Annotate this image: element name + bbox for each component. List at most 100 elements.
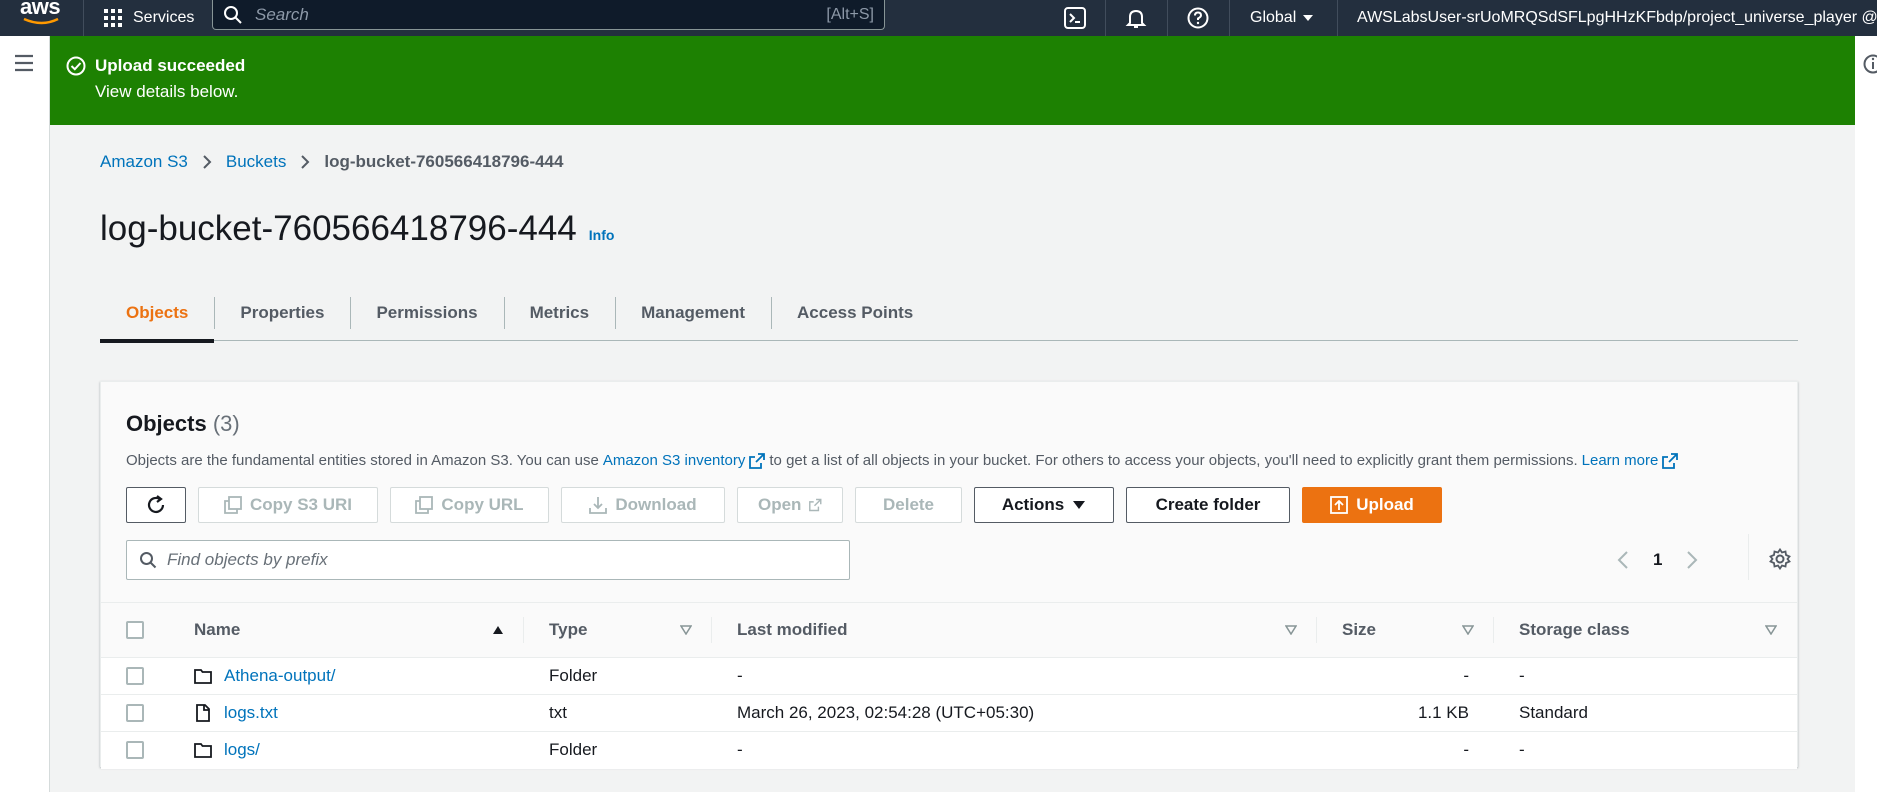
object-storage-class: Standard — [1519, 703, 1588, 722]
tab-management[interactable]: Management — [615, 285, 771, 341]
notifications-bell-icon[interactable] — [1125, 0, 1147, 36]
caret-down-icon — [1303, 15, 1314, 21]
flash-subtitle: View details below. — [95, 82, 239, 101]
region-label: Global — [1250, 9, 1297, 26]
info-panel-icon[interactable] — [1863, 54, 1877, 74]
copy-url-button[interactable]: Copy URL — [390, 487, 549, 523]
search-icon — [224, 5, 242, 24]
breadcrumb: Amazon S3 Buckets log-bucket-76056641879… — [100, 152, 563, 172]
info-link[interactable]: Info — [589, 227, 615, 243]
check-circle-icon — [66, 56, 86, 76]
find-placeholder: Find objects by prefix — [167, 550, 328, 569]
main-content: Amazon S3 Buckets log-bucket-76056641879… — [50, 125, 1855, 792]
select-all-checkbox[interactable] — [126, 621, 144, 639]
object-name-link[interactable]: Athena-output/ — [224, 666, 336, 686]
refresh-button[interactable] — [126, 487, 186, 523]
column-size[interactable]: Size — [1317, 603, 1494, 658]
breadcrumb-current: log-bucket-760566418796-444 — [324, 152, 564, 171]
column-name-label: Name — [194, 620, 241, 639]
create-folder-label: Create folder — [1155, 495, 1261, 514]
object-storage-class: - — [1519, 740, 1525, 760]
download-button[interactable]: Download — [561, 487, 725, 523]
copy-s3-uri-label: Copy S3 URI — [249, 495, 353, 514]
object-size: - — [1463, 666, 1469, 685]
column-storage-class[interactable]: Storage class — [1494, 603, 1797, 658]
tab-objects[interactable]: Objects — [100, 285, 215, 343]
objects-panel: Objects (3) Objects are the fundamental … — [100, 381, 1798, 769]
pagination: 1 — [1617, 540, 1698, 580]
account-label: AWSLabsUser-srUoMRQSdSFLpgHHzKFbdp/proje… — [1357, 9, 1877, 26]
chevron-left-icon[interactable] — [1617, 550, 1629, 570]
delete-button[interactable]: Delete — [855, 487, 962, 523]
row-checkbox[interactable] — [126, 667, 144, 685]
cloudshell-icon[interactable] — [1064, 0, 1086, 36]
external-link-icon — [809, 498, 822, 512]
sort-icon — [680, 625, 692, 635]
services-label: Services — [133, 9, 195, 26]
column-type[interactable]: Type — [524, 603, 712, 658]
create-folder-button[interactable]: Create folder — [1126, 487, 1290, 523]
object-size: 1.1 KB — [1417, 703, 1469, 722]
tab-properties[interactable]: Properties — [214, 285, 350, 341]
objects-table: Name Type Last modified Size Storage cla… — [101, 602, 1797, 769]
objects-heading: Objects (3) — [126, 411, 240, 437]
column-last-modified[interactable]: Last modified — [712, 603, 1317, 658]
search-icon — [140, 552, 157, 569]
side-navigation-rail — [0, 36, 50, 792]
help-icon[interactable] — [1187, 0, 1209, 36]
gear-icon[interactable] — [1769, 548, 1791, 570]
global-search-input[interactable]: Search [Alt+S] — [212, 0, 885, 30]
column-name[interactable]: Name — [169, 603, 524, 658]
copy-url-label: Copy URL — [441, 495, 524, 514]
search-placeholder: Search — [255, 4, 309, 24]
object-size: - — [1463, 740, 1469, 760]
breadcrumb-buckets[interactable]: Buckets — [226, 152, 286, 172]
region-selector[interactable]: Global — [1250, 0, 1314, 36]
row-checkbox[interactable] — [126, 741, 144, 760]
services-menu[interactable]: Services — [103, 0, 194, 36]
description-text-1: Objects are the fundamental entities sto… — [126, 452, 599, 469]
search-shortcut-hint: [Alt+S] — [826, 5, 874, 23]
menu-toggle[interactable] — [14, 54, 34, 72]
object-storage-class: - — [1519, 666, 1525, 685]
external-link-icon — [1662, 452, 1679, 469]
table-row: logs.txt txt March 26, 2023, 02:54:28 (U… — [101, 694, 1797, 732]
s3-inventory-link[interactable]: Amazon S3 inventory — [603, 452, 766, 469]
chevron-right-icon[interactable] — [1686, 550, 1698, 570]
learn-more-link[interactable]: Learn more — [1582, 452, 1679, 469]
object-name-link[interactable]: logs/ — [224, 740, 260, 760]
tab-metrics[interactable]: Metrics — [503, 285, 616, 341]
sort-icon — [1285, 625, 1297, 635]
upload-button[interactable]: Upload — [1302, 487, 1442, 523]
table-row: Athena-output/ Folder - - - — [101, 657, 1797, 695]
column-storage-class-label: Storage class — [1519, 620, 1630, 639]
s3-inventory-label: Amazon S3 inventory — [602, 452, 746, 469]
find-objects-input[interactable]: Find objects by prefix — [126, 540, 850, 580]
account-menu[interactable]: AWSLabsUser-srUoMRQSdSFLpgHHzKFbdp/proje… — [1357, 0, 1877, 36]
nav-divider — [1105, 0, 1106, 36]
chevron-right-icon — [203, 155, 212, 169]
tab-permissions[interactable]: Permissions — [350, 285, 503, 341]
breadcrumb-amazon-s3[interactable]: Amazon S3 — [100, 152, 188, 172]
tab-access-points[interactable]: Access Points — [771, 285, 939, 341]
row-checkbox[interactable] — [126, 704, 144, 722]
copy-s3-uri-button[interactable]: Copy S3 URI — [198, 487, 378, 523]
copy-icon — [415, 496, 434, 514]
delete-label: Delete — [882, 495, 935, 514]
pagination-divider — [1748, 534, 1749, 580]
object-name-link[interactable]: logs.txt — [224, 703, 278, 723]
tools-rail — [1855, 36, 1877, 792]
objects-title: Objects — [126, 411, 207, 436]
upload-icon — [1330, 496, 1349, 514]
actions-dropdown-button[interactable]: Actions — [974, 487, 1114, 523]
external-link-icon — [749, 452, 766, 469]
caret-down-icon — [1073, 501, 1086, 509]
nav-divider — [83, 0, 84, 36]
aws-smile-icon — [23, 17, 59, 25]
current-page[interactable]: 1 — [1653, 550, 1662, 570]
objects-description: Objects are the fundamental entities sto… — [126, 452, 1679, 469]
open-label: Open — [758, 495, 802, 514]
flash-title: Upload succeeded — [95, 56, 246, 75]
folder-icon — [194, 743, 212, 759]
open-button[interactable]: Open — [737, 487, 843, 523]
